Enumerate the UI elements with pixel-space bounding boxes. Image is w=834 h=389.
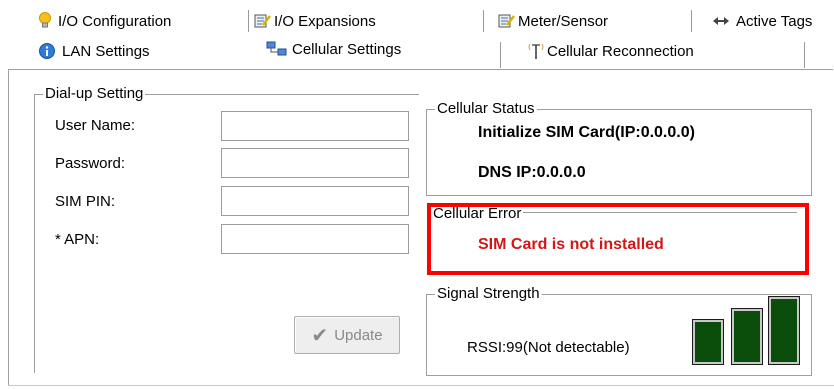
tab-cellular-reconnection[interactable]: Cellular Reconnection [528, 38, 694, 64]
tab-io-expansions[interactable]: I/O Expansions [254, 8, 376, 34]
tab-io-configuration[interactable]: I/O Configuration [38, 8, 171, 34]
active-tags-icon [713, 17, 729, 25]
tab-meter-sensor[interactable]: Meter/Sensor [498, 8, 608, 34]
tab-row-1: I/O Configuration I/O Expansions Meter/S… [0, 8, 834, 34]
tab-cellular-settings[interactable]: Cellular Settings [266, 36, 401, 62]
sim-pin-input[interactable] [221, 186, 409, 216]
sim-status-text: Initialize SIM Card(IP:0.0.0.0) [478, 124, 695, 141]
apn-input[interactable] [221, 224, 409, 254]
signal-bar-2 [731, 308, 763, 365]
tab-lan-settings[interactable]: LAN Settings [38, 38, 150, 64]
rssi-text: RSSI:99(Not detectable) [467, 339, 630, 356]
check-icon: ✔ [311, 324, 329, 347]
io-expansion-icon [254, 14, 271, 28]
tab-separator [248, 10, 249, 32]
group-title: Signal Strength [435, 285, 542, 302]
info-icon [39, 43, 55, 59]
tab-label: Cellular Reconnection [547, 42, 694, 60]
tab-label: LAN Settings [62, 42, 150, 60]
tab-separator [691, 10, 692, 32]
tab-separator [500, 42, 501, 68]
sim-pin-label: SIM PIN: [55, 193, 116, 210]
tab-active-tags[interactable]: Active Tags [712, 8, 812, 34]
password-label: Password: [55, 155, 126, 172]
user-name-input[interactable] [221, 111, 409, 141]
tab-separator [804, 42, 805, 68]
dns-ip-text: DNS IP:0.0.0.0 [478, 164, 586, 181]
group-title: Dial-up Setting [43, 85, 146, 102]
update-label: Update [334, 326, 383, 344]
meter-icon [498, 14, 515, 28]
tab-separator [483, 10, 484, 32]
signal-bar-1 [692, 319, 724, 365]
tab-label: I/O Expansions [274, 12, 376, 30]
tab-label: I/O Configuration [58, 12, 172, 30]
update-button[interactable]: ✔ Update [294, 316, 400, 354]
bulb-icon [39, 12, 51, 28]
tab-row-2: LAN Settings Cellular Settings Cellular … [0, 36, 834, 68]
panel-bottom-edge [8, 385, 834, 386]
tab-label: Cellular Settings [292, 40, 402, 58]
user-name-label: User Name: [55, 117, 136, 134]
signal-bar-3 [768, 296, 800, 365]
antenna-icon [528, 43, 544, 59]
password-input[interactable] [221, 148, 409, 178]
tab-label: Meter/Sensor [518, 12, 609, 30]
group-title: Cellular Status [435, 100, 537, 117]
network-icon [266, 41, 287, 56]
cellular-status-group: Cellular Status [426, 100, 812, 196]
highlight-frame [427, 203, 809, 275]
tab-label: Active Tags [736, 12, 813, 30]
apn-label: * APN: [55, 231, 100, 248]
